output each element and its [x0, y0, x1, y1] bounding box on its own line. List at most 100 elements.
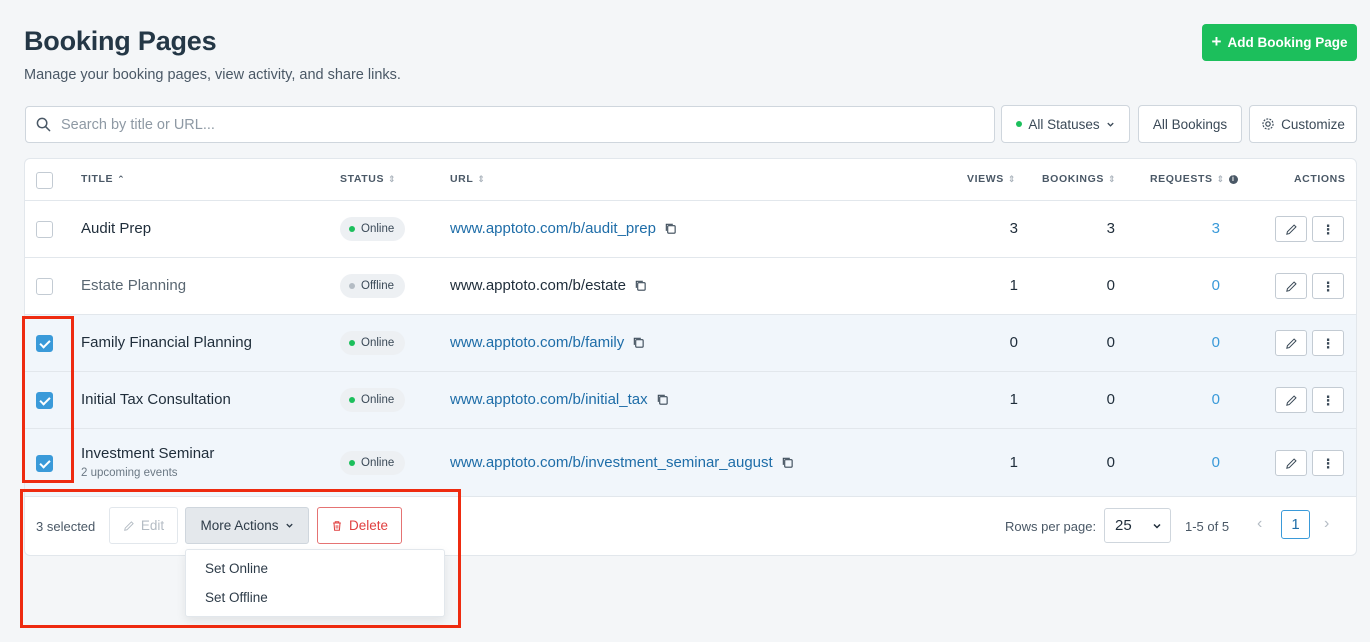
edit-row-button[interactable] [1275, 216, 1307, 242]
row-checkbox[interactable] [36, 335, 53, 352]
table-row: Initial Tax Consultation Online www.appt… [25, 372, 1356, 429]
row-title[interactable]: Initial Tax Consultation [81, 391, 231, 408]
row-more-button[interactable]: ⋮ [1312, 216, 1344, 242]
offline-dot-icon [349, 283, 355, 289]
table-row: Family Financial Planning Online www.app… [25, 315, 1356, 372]
bookings-filter-button[interactable]: All Bookings [1138, 105, 1242, 143]
views-value: 1 [1009, 277, 1018, 294]
plus-icon: + [1211, 32, 1222, 51]
customize-label: Customize [1281, 116, 1345, 132]
page-title: Booking Pages [24, 26, 217, 56]
edit-row-button[interactable] [1275, 450, 1307, 476]
status-filter-dropdown[interactable]: All Statuses [1001, 105, 1130, 143]
edit-row-button[interactable] [1275, 330, 1307, 356]
page-subtitle: Manage your booking pages, view activity… [24, 67, 401, 83]
copy-icon[interactable] [781, 456, 794, 469]
bookings-filter-label: All Bookings [1152, 116, 1228, 132]
url-link[interactable]: www.apptoto.com/b/initial_tax [450, 391, 648, 408]
row-title[interactable]: Family Financial Planning [81, 334, 252, 351]
sort-icon: ⇕ [477, 173, 486, 184]
online-dot-icon [349, 460, 355, 466]
rows-per-page-select[interactable]: 25 [1104, 508, 1171, 543]
row-checkbox[interactable] [36, 455, 53, 472]
row-checkbox[interactable] [36, 221, 53, 238]
status-badge: Online [340, 388, 406, 412]
requests-value[interactable]: 0 [1180, 277, 1220, 294]
gear-icon [1262, 118, 1274, 130]
prev-page-icon[interactable]: ‹ [1257, 515, 1262, 533]
more-actions-menu: Set Online Set Offline [185, 549, 445, 617]
requests-value[interactable]: 0 [1180, 454, 1220, 471]
next-page-icon[interactable]: › [1324, 515, 1329, 533]
copy-icon[interactable] [632, 336, 645, 349]
column-views[interactable]: VIEWS ⇕ [967, 173, 1016, 185]
page-number-button[interactable]: 1 [1281, 510, 1310, 539]
column-url[interactable]: URL ⇕ [450, 173, 486, 185]
url-link[interactable]: www.apptoto.com/b/audit_prep [450, 220, 656, 237]
requests-value[interactable]: 0 [1180, 391, 1220, 408]
chevron-down-icon [1106, 122, 1114, 127]
row-url: www.apptoto.com/b/estate [450, 277, 647, 294]
more-actions-button[interactable]: More Actions [185, 507, 309, 544]
column-requests[interactable]: REQUESTS ⇕ i [1150, 173, 1238, 185]
search-input[interactable] [61, 116, 961, 133]
table-row: Estate Planning Offline www.apptoto.com/… [25, 258, 1356, 315]
copy-icon[interactable] [634, 279, 647, 292]
copy-icon[interactable] [664, 222, 677, 235]
row-more-button[interactable]: ⋮ [1312, 273, 1344, 299]
column-status[interactable]: STATUS ⇕ [340, 173, 396, 185]
add-booking-page-button[interactable]: + Add Booking Page [1202, 24, 1357, 61]
table-header: TITLE ⌃ STATUS ⇕ URL ⇕ VIEWS ⇕ BOOKINGS ⇕ REQ… [25, 159, 1356, 201]
requests-value[interactable]: 3 [1180, 220, 1220, 237]
bookings-value: 3 [1106, 220, 1115, 237]
edit-row-button[interactable] [1275, 387, 1307, 413]
bookings-value: 0 [1106, 277, 1115, 294]
url-text: www.apptoto.com/b/estate [450, 277, 626, 294]
rows-per-page-label: Rows per page: [1005, 519, 1097, 534]
copy-icon[interactable] [656, 393, 669, 406]
delete-button[interactable]: Delete [317, 507, 402, 544]
pencil-icon [1285, 223, 1297, 235]
views-value: 1 [1009, 391, 1018, 408]
bulk-actions-footer: 3 selected Edit More Actions Delete Rows… [25, 497, 1356, 557]
search-box[interactable] [25, 106, 995, 143]
kebab-icon: ⋮ [1321, 335, 1335, 351]
customize-button[interactable]: Customize [1249, 105, 1357, 143]
pagination-range: 1-5 of 5 [1185, 519, 1230, 534]
chevron-down-icon [1153, 523, 1161, 529]
url-link[interactable]: www.apptoto.com/b/family [450, 334, 624, 351]
row-title[interactable]: Investment Seminar [81, 445, 214, 462]
sort-icon: ⇕ [1216, 173, 1225, 184]
requests-value[interactable]: 0 [1180, 334, 1220, 351]
column-actions: ACTIONS [1294, 173, 1345, 185]
menu-item-set-offline[interactable]: Set Offline [205, 590, 268, 605]
column-requests-label: REQUESTS [1150, 173, 1213, 185]
row-more-button[interactable]: ⋮ [1312, 330, 1344, 356]
menu-item-set-online[interactable]: Set Online [205, 561, 268, 576]
row-more-button[interactable]: ⋮ [1312, 450, 1344, 476]
more-actions-label: More Actions [200, 518, 279, 533]
edit-row-button[interactable] [1275, 273, 1307, 299]
kebab-icon: ⋮ [1321, 221, 1335, 237]
row-title[interactable]: Audit Prep [81, 220, 151, 237]
online-dot-icon [1016, 121, 1023, 127]
bulk-edit-button[interactable]: Edit [109, 507, 178, 544]
column-views-label: VIEWS [967, 173, 1004, 185]
pencil-icon [1285, 337, 1297, 349]
row-subtitle: 2 upcoming events [81, 467, 178, 479]
row-checkbox[interactable] [36, 278, 53, 295]
column-bookings[interactable]: BOOKINGS ⇕ [1042, 173, 1116, 185]
row-title[interactable]: Estate Planning [81, 277, 186, 294]
online-dot-icon [349, 397, 355, 403]
bookings-value: 0 [1106, 334, 1115, 351]
info-icon[interactable]: i [1228, 174, 1238, 184]
pencil-icon [1285, 457, 1297, 469]
url-link[interactable]: www.apptoto.com/b/investment_seminar_aug… [450, 454, 773, 471]
column-title[interactable]: TITLE ⌃ [81, 173, 125, 185]
row-checkbox[interactable] [36, 392, 53, 409]
row-more-button[interactable]: ⋮ [1312, 387, 1344, 413]
sort-icon: ⇕ [1007, 173, 1016, 184]
status-badge: Online [340, 331, 406, 355]
delete-label: Delete [348, 518, 389, 533]
select-all-checkbox[interactable] [36, 172, 53, 189]
